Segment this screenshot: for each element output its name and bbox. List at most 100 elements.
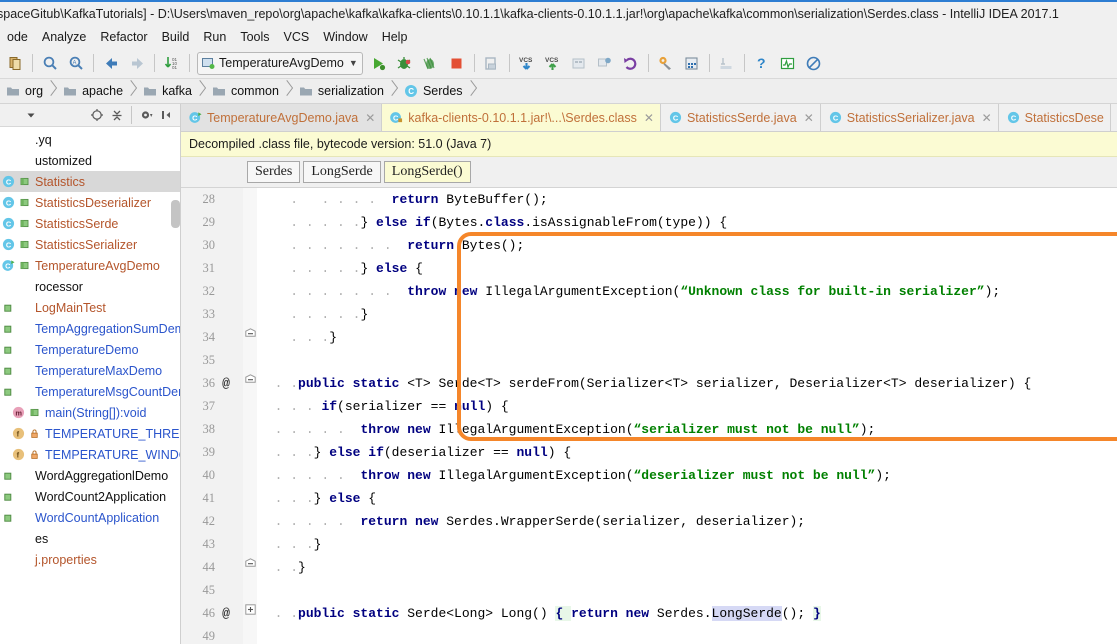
find-icon[interactable] <box>37 51 63 75</box>
tree-node[interactable]: .yq <box>0 129 180 150</box>
structure-breadcrumb[interactable]: Serdes LongSerde LongSerde() <box>181 157 1117 188</box>
tree-node[interactable]: WordCountApplication <box>0 507 180 528</box>
stop-icon[interactable] <box>444 51 470 75</box>
code-line[interactable]: 40 . . . . . throw new IllegalArgumentEx… <box>181 464 1117 487</box>
sort-icon[interactable]: 01 10 01 <box>159 51 185 75</box>
code-line[interactable]: 46 @ . .public static Serde<Long> Long() … <box>181 602 1117 625</box>
code-line[interactable]: 35 <box>181 349 1117 372</box>
sdk-icon[interactable] <box>714 51 740 75</box>
debug-icon[interactable] <box>392 51 418 75</box>
tree-node[interactable]: TempAggregationSumDemo <box>0 318 180 339</box>
code-line[interactable]: 38 . . . . . throw new IllegalArgumentEx… <box>181 418 1117 441</box>
code-lines[interactable]: 28 . . . . . return ByteBuffer(); 29 . . … <box>181 188 1117 644</box>
menu-item-help[interactable]: Help <box>375 28 415 46</box>
tree-node[interactable]: ustomized <box>0 150 180 171</box>
code-line[interactable]: 44 . .} <box>181 556 1117 579</box>
code-line[interactable]: 41 . . .} else { <box>181 487 1117 510</box>
vcs-commit-icon[interactable]: VCS <box>540 51 566 75</box>
editor-tab[interactable]: C StatisticsDese <box>998 104 1111 131</box>
profiler-icon[interactable] <box>775 51 801 75</box>
gear-icon[interactable] <box>136 106 156 124</box>
code-line[interactable]: 28 . . . . . return ByteBuffer(); <box>181 188 1117 211</box>
tree-node[interactable]: C StatisticsDeserializer <box>0 192 180 213</box>
tree-node[interactable]: C Statistics <box>0 171 180 192</box>
structure-crumb-LongSerde[interactable]: LongSerde <box>303 160 381 184</box>
menu-item-ode[interactable]: ode <box>0 28 35 46</box>
breadcrumb-item-kafka[interactable]: kafka <box>137 79 194 103</box>
code-line[interactable]: 42 . . . . . return new Serdes.WrapperSe… <box>181 510 1117 533</box>
vcs-history-icon[interactable] <box>566 51 592 75</box>
editor-tab[interactable]: C StatisticsSerializer.java ✕ <box>820 104 999 131</box>
no-access-icon[interactable] <box>801 51 827 75</box>
collapse-fold-icon[interactable] <box>243 372 257 395</box>
breadcrumb-item-apache[interactable]: apache <box>57 79 125 103</box>
close-icon[interactable]: ✕ <box>804 112 814 124</box>
close-icon[interactable]: ✕ <box>365 112 375 124</box>
tree-node[interactable]: TemperatureDemo <box>0 339 180 360</box>
tree-node[interactable]: m main(String[]):void <box>0 402 180 423</box>
menu-item-tools[interactable]: Tools <box>233 28 276 46</box>
collapse-fold-icon[interactable] <box>243 556 257 579</box>
tree-node[interactable]: C StatisticsSerializer <box>0 234 180 255</box>
undo-icon[interactable] <box>618 51 644 75</box>
scroll-from-source-icon[interactable] <box>87 106 107 124</box>
structure-crumb-LongSerde[interactable]: LongSerde() <box>383 160 471 184</box>
tree-node[interactable]: C StatisticsSerde <box>0 213 180 234</box>
editor-tab[interactable]: Ckafka-clients-0.10.1.1.jar!\...\Serdes.… <box>382 104 661 131</box>
tree-node[interactable]: f TEMPERATURE_THRESHO <box>0 423 180 444</box>
code-line[interactable]: 32 . . . . . . . throw new IllegalArgume… <box>181 280 1117 303</box>
menu-item-refactor[interactable]: Refactor <box>93 28 154 46</box>
tree-node[interactable]: WordAggregationlDemo <box>0 465 180 486</box>
menu-item-window[interactable]: Window <box>316 28 374 46</box>
code-line[interactable]: 34 . . .} <box>181 326 1117 349</box>
sidebar-scrollbar-thumb[interactable] <box>171 200 180 228</box>
annotation-marker-icon[interactable]: @ <box>219 372 233 395</box>
code-line[interactable]: 45 <box>181 579 1117 602</box>
tree-node[interactable]: WordCount2Application <box>0 486 180 507</box>
navigate-forward-icon[interactable] <box>124 51 150 75</box>
project-structure-icon[interactable] <box>679 51 705 75</box>
code-editor[interactable]: 28 . . . . . return ByteBuffer(); 29 . . … <box>181 188 1117 644</box>
breadcrumb-item-Serdes[interactable]: C Serdes <box>398 79 465 103</box>
run-icon[interactable] <box>366 51 392 75</box>
editor-tab[interactable]: C TemperatureAvgDemo.java ✕ <box>181 104 383 131</box>
breadcrumb-item-org[interactable]: org <box>0 79 45 103</box>
project-tree[interactable]: .yq ustomized C Statistics C StatisticsDeseri… <box>0 127 180 570</box>
run-configuration-selector[interactable]: TemperatureAvgDemo ▼ <box>197 51 363 75</box>
tree-node[interactable]: es <box>0 528 180 549</box>
find-usages-icon[interactable]: A <box>63 51 89 75</box>
code-line[interactable]: 36 @ . .public static <T> Serde<T> serdeF… <box>181 372 1117 395</box>
code-line[interactable]: 39 . . .} else if(deserializer == null) … <box>181 441 1117 464</box>
annotation-marker-icon[interactable]: @ <box>219 602 233 625</box>
open-project-icon[interactable] <box>2 51 28 75</box>
code-line[interactable]: 29 . . . . .} else if(Bytes.class.isAssi… <box>181 211 1117 234</box>
code-line[interactable]: 31 . . . . .} else { <box>181 257 1117 280</box>
tree-node[interactable]: C TemperatureAvgDemo <box>0 255 180 276</box>
tree-node[interactable]: TemperatureMaxDemo <box>0 360 180 381</box>
collapse-all-icon[interactable] <box>107 106 127 124</box>
code-line[interactable]: 49 <box>181 625 1117 644</box>
menu-item-build[interactable]: Build <box>155 28 197 46</box>
structure-crumb-Serdes[interactable]: Serdes <box>247 160 301 184</box>
chevron-down-icon[interactable] <box>21 106 41 124</box>
menu-item-analyze[interactable]: Analyze <box>35 28 93 46</box>
code-line[interactable]: 43 . . .} <box>181 533 1117 556</box>
breadcrumb-item-serialization[interactable]: serialization <box>293 79 386 103</box>
navigate-back-icon[interactable] <box>98 51 124 75</box>
tree-node[interactable]: f TEMPERATURE_WINDOW <box>0 444 180 465</box>
editor-tabs[interactable]: C TemperatureAvgDemo.java ✕ Ckafka-clients-… <box>181 104 1117 132</box>
editor-tab[interactable]: C StatisticsSerde.java ✕ <box>660 104 821 131</box>
hide-window-icon[interactable] <box>156 106 176 124</box>
expand-fold-icon[interactable] <box>243 602 257 625</box>
build-icon[interactable] <box>479 51 505 75</box>
tree-node[interactable]: j.properties <box>0 549 180 570</box>
tree-node[interactable]: rocessor <box>0 276 180 297</box>
help-icon[interactable]: ? <box>749 51 775 75</box>
menu-bar[interactable]: ode Analyze Refactor Build Run Tools VCS Window… <box>0 26 1117 48</box>
settings-icon[interactable] <box>653 51 679 75</box>
close-icon[interactable]: ✕ <box>982 112 992 124</box>
breadcrumb[interactable]: org apache kafka common serialization C Serdes <box>0 79 1117 104</box>
tree-node[interactable]: TemperatureMsgCountDemo <box>0 381 180 402</box>
menu-item-vcs[interactable]: VCS <box>277 28 317 46</box>
tree-node[interactable]: LogMainTest <box>0 297 180 318</box>
